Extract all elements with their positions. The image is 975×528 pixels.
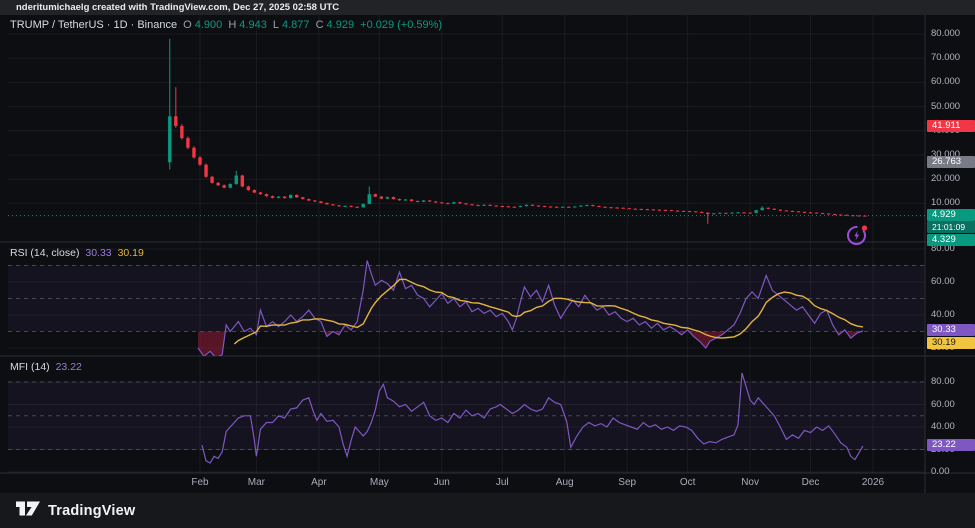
price-badge-gray: 26.763 — [927, 156, 975, 168]
mfi-value-badge: 23.22 — [927, 439, 975, 451]
price-badge-alert: 41.911 — [927, 120, 975, 132]
mfi-title: MFI (14) — [10, 361, 50, 373]
high-label: H — [228, 19, 236, 31]
attribution-text: nderitumichaelg created with TradingView… — [16, 2, 339, 13]
rsi-ma-value-badge: 30.19 — [927, 337, 975, 349]
month-label[interactable]: Dec — [802, 473, 820, 493]
open-value: 4.900 — [195, 19, 223, 31]
high-value: 4.943 — [239, 19, 267, 31]
attribution-bar: nderitumichaelg created with TradingView… — [0, 0, 975, 15]
rsi-value-badge: 30.33 — [927, 324, 975, 336]
open-label: O — [183, 19, 192, 31]
low-value: 4.877 — [282, 19, 310, 31]
tradingview-published-chart: nderitumichaelg created with TradingView… — [0, 0, 975, 528]
price-tick-label: 60.000 — [931, 76, 975, 88]
last-price-badge: 4.929 — [927, 209, 975, 221]
price-tick-label: 80.00 — [931, 376, 975, 388]
price-tick-label: 20.000 — [931, 173, 975, 185]
low-label: L — [273, 19, 279, 31]
month-label[interactable]: Oct — [680, 473, 696, 493]
price-tick-label: 50.000 — [931, 101, 975, 113]
rsi-ma-value: 30.19 — [118, 247, 144, 259]
price-tick-label: 40.00 — [931, 421, 975, 433]
month-label[interactable]: Nov — [741, 473, 759, 493]
month-label[interactable]: Jun — [434, 473, 450, 493]
month-label[interactable]: Sep — [618, 473, 636, 493]
month-label[interactable]: Mar — [248, 473, 265, 493]
price-tick-label: 40.00 — [931, 309, 975, 321]
price-badge-secondary: 4.329 — [927, 234, 975, 246]
rsi-value: 30.33 — [85, 247, 111, 259]
month-label[interactable]: Aug — [556, 473, 574, 493]
price-tick-label: 60.00 — [931, 276, 975, 288]
close-label: C — [316, 19, 324, 31]
chart-canvas[interactable] — [0, 0, 975, 528]
symbol-legend[interactable]: TRUMP / TetherUS · 1D · Binance O4.900 H… — [10, 19, 445, 31]
month-label[interactable]: May — [370, 473, 389, 493]
price-tick-label: 70.000 — [931, 52, 975, 64]
month-label[interactable]: Jul — [496, 473, 509, 493]
bar-countdown-badge: 21:01:09 — [927, 221, 975, 233]
month-label[interactable]: 2026 — [862, 473, 884, 493]
close-value: 4.929 — [327, 19, 355, 31]
boost-lightning-icon[interactable] — [845, 223, 869, 247]
mfi-value: 23.22 — [56, 361, 82, 373]
price-tick-label: 60.00 — [931, 399, 975, 411]
time-axis[interactable]: Feb Mar Apr May Jun Jul Aug Sep Oct Nov Dec 2026 — [0, 473, 975, 493]
month-label[interactable]: Feb — [191, 473, 208, 493]
tradingview-brand-text[interactable]: TradingView — [48, 503, 135, 519]
footer-bar: TradingView — [0, 493, 975, 528]
change-value: +0.029 (+0.59%) — [360, 19, 442, 31]
rsi-title: RSI (14, close) — [10, 247, 79, 259]
tradingview-logo-icon[interactable] — [16, 500, 41, 522]
price-tick-label: 80.000 — [931, 28, 975, 40]
mfi-legend[interactable]: MFI (14) 23.22 — [10, 361, 85, 373]
symbol-title: TRUMP / TetherUS · 1D · Binance — [10, 19, 177, 31]
rsi-legend[interactable]: RSI (14, close) 30.33 30.19 — [10, 247, 147, 259]
price-tick-label: 10.000 — [931, 197, 975, 209]
month-label[interactable]: Apr — [311, 473, 327, 493]
